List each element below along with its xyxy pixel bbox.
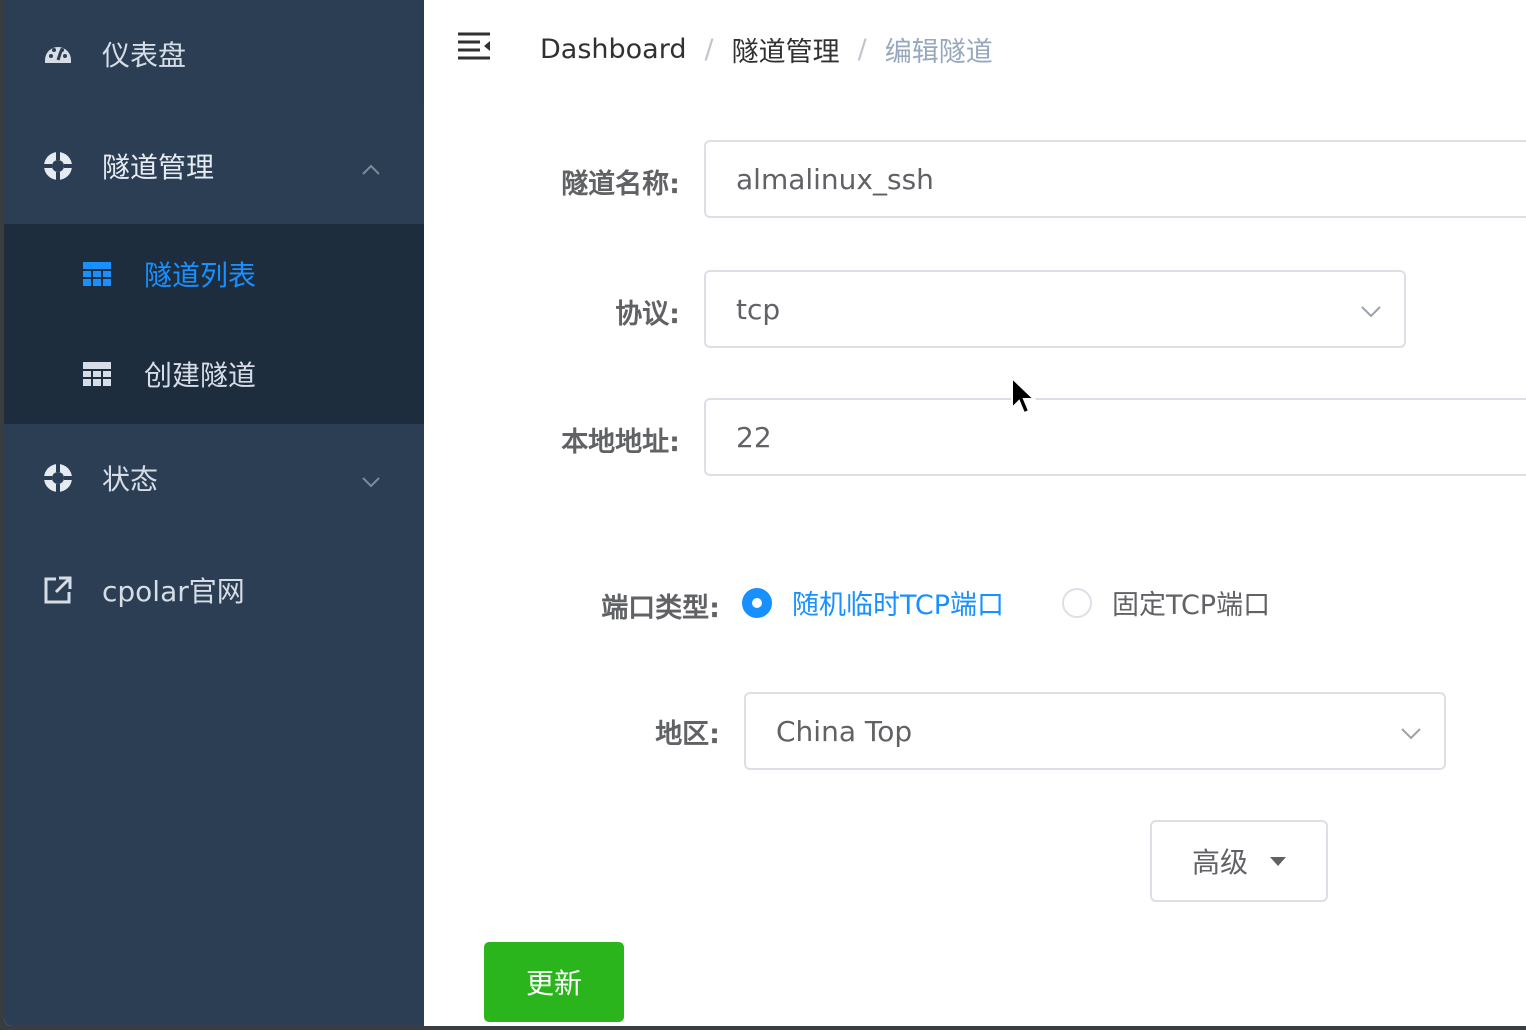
radio-label: 固定TCP端口 [1112,590,1271,621]
menu-fold-icon[interactable] [456,30,492,62]
sidebar-item-label: cpolar官网 [102,575,245,608]
sidebar-item-tunnel-list[interactable]: 隧道列表 [4,224,424,324]
caret-down-icon [1270,856,1286,866]
region-select[interactable]: China Top [744,692,1446,770]
breadcrumb-separator: / [857,34,867,65]
breadcrumb-edit-tunnel: 编辑隧道 [884,37,993,68]
local-address-label: 本地地址: [561,427,680,458]
breadcrumb-separator: / [704,34,714,65]
sidebar-item-dashboard[interactable]: 仪表盘 [4,22,424,86]
tunnel-name-input[interactable]: almalinux_ssh [704,140,1526,218]
region-label: 地区: [655,719,720,750]
life-ring-icon [42,462,74,494]
tunnel-name-label: 隧道名称: [561,169,680,200]
radio-circle [742,587,772,618]
local-address-value: 22 [736,420,772,454]
sidebar-item-label: 隧道列表 [144,259,257,292]
sidebar-item-label: 状态 [102,463,159,496]
advanced-label: 高级 [1191,846,1248,879]
radio-label: 随机临时TCP端口 [792,590,1005,621]
sidebar-item-tunnel-management[interactable]: 隧道管理 [4,134,424,198]
sidebar-item-create-tunnel[interactable]: 创建隧道 [4,324,424,424]
radio-fixed-tcp-port[interactable]: 固定TCP端口 [1062,583,1270,622]
sidebar: 仪表盘 隧道管理 隧道列表 创建隧道 状态 cpolar官网 [4,0,424,1026]
advanced-button[interactable]: 高级 [1150,820,1328,902]
chevron-down-icon [1358,298,1384,324]
sidebar-item-label: 仪表盘 [102,39,187,72]
sidebar-item-status[interactable]: 状态 [4,446,424,510]
chevron-down-icon [360,467,382,489]
radio-random-tcp-port[interactable]: 随机临时TCP端口 [742,583,1004,622]
protocol-value: tcp [736,292,781,326]
top-header: Dashboard / 隧道管理 / 编辑隧道 [424,0,1526,100]
chevron-down-icon [1398,720,1424,746]
breadcrumb: Dashboard / 隧道管理 / 编辑隧道 [540,30,993,69]
breadcrumb-tunnel-management[interactable]: 隧道管理 [732,30,840,69]
submenu-tunnels: 隧道列表 创建隧道 [4,224,424,424]
local-address-input[interactable]: 22 [704,398,1526,476]
update-button[interactable]: 更新 [484,942,624,1022]
sidebar-item-label: 隧道管理 [102,151,215,184]
port-type-label: 端口类型: [601,593,720,624]
table-icon [82,359,112,389]
sidebar-item-official-site[interactable]: cpolar官网 [4,558,424,622]
external-link-icon [42,574,74,606]
mouse-cursor-icon [1010,375,1040,418]
radio-circle [1062,587,1093,618]
app-window: 仪表盘 隧道管理 隧道列表 创建隧道 状态 cpolar官网 Dashboard… [4,0,1526,1026]
table-icon [82,259,112,289]
region-value: China Top [776,714,913,748]
protocol-select[interactable]: tcp [704,270,1406,348]
edit-tunnel-form: 隧道名称: almalinux_ssh 协议: tcp 本地地址: 22 端口类… [424,100,1526,1026]
tunnel-name-value: almalinux_ssh [736,162,934,196]
update-label: 更新 [525,967,582,1000]
life-ring-icon [42,150,74,182]
dashboard-icon [42,38,74,70]
port-type-radio-group: 随机临时TCP端口 固定TCP端口 [742,583,1270,622]
sidebar-item-label: 创建隧道 [144,359,257,392]
chevron-up-icon [360,155,382,177]
protocol-label: 协议: [615,299,680,330]
breadcrumb-dashboard[interactable]: Dashboard [540,34,686,65]
